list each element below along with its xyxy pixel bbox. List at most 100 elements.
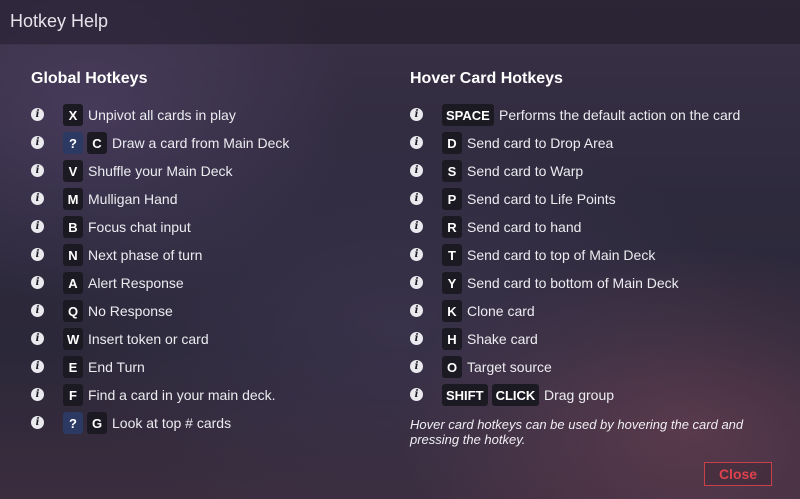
info-icon[interactable]: i xyxy=(31,108,44,121)
key-badge: H xyxy=(442,328,462,350)
hotkey-keys: Q xyxy=(63,300,83,322)
hotkey-row: i K Clone card xyxy=(410,299,790,327)
hotkey-row: i X Unpivot all cards in play xyxy=(31,103,381,131)
info-icon[interactable]: i xyxy=(31,304,44,317)
title-bar[interactable]: Hotkey Help xyxy=(0,0,800,45)
hotkey-keys: ? C xyxy=(63,132,107,154)
info-icon[interactable]: i xyxy=(31,360,44,373)
key-badge: X xyxy=(63,104,83,126)
hover-hotkeys-title: Hover Card Hotkeys xyxy=(410,70,563,87)
key-badge: K xyxy=(442,300,462,322)
hotkey-row: i SPACE Performs the default action on the… xyxy=(410,103,790,131)
hotkey-keys: SPACE xyxy=(442,104,494,126)
hotkey-description: Send card to Drop Area xyxy=(467,135,614,151)
hotkey-row: i? C Draw a card from Main Deck xyxy=(31,131,381,159)
hotkey-description: Send card to bottom of Main Deck xyxy=(467,275,679,291)
key-badge: P xyxy=(442,188,462,210)
key-badge: G xyxy=(87,412,107,434)
key-badge: Q xyxy=(63,300,83,322)
info-icon[interactable]: i xyxy=(31,276,44,289)
hotkey-description: Look at top # cards xyxy=(112,415,232,431)
info-icon[interactable]: i xyxy=(31,332,44,345)
hotkey-keys: E xyxy=(63,356,83,378)
key-badge: SHIFT xyxy=(442,384,488,406)
hotkey-description: No Response xyxy=(88,303,173,319)
hotkey-row: i V Shuffle your Main Deck xyxy=(31,159,381,187)
hotkey-row: i A Alert Response xyxy=(31,271,381,299)
info-icon[interactable]: i xyxy=(410,164,423,177)
hover-hotkeys-section: Hover Card Hotkeys i SPACE Performs the de… xyxy=(410,69,790,447)
hotkey-row: i Y Send card to bottom of Main Deck xyxy=(410,271,790,299)
info-icon[interactable]: i xyxy=(31,248,44,261)
help-key-badge[interactable]: ? xyxy=(63,412,83,434)
info-icon[interactable]: i xyxy=(31,388,44,401)
key-badge: S xyxy=(442,160,462,182)
hotkey-row: i D Send card to Drop Area xyxy=(410,131,790,159)
hotkey-keys: V xyxy=(63,160,83,182)
info-icon[interactable]: i xyxy=(31,416,44,429)
hotkey-keys: X xyxy=(63,104,83,126)
hotkey-description: Mulligan Hand xyxy=(88,191,178,207)
hotkey-description: Drag group xyxy=(544,387,615,403)
hotkey-keys: SHIFT CLICK xyxy=(442,384,540,406)
hotkey-description: Draw a card from Main Deck xyxy=(112,135,290,151)
key-badge: N xyxy=(63,244,83,266)
key-badge: C xyxy=(87,132,107,154)
hotkey-keys: Y xyxy=(442,272,462,294)
hotkey-keys: P xyxy=(442,188,462,210)
key-badge: T xyxy=(442,244,462,266)
info-icon[interactable]: i xyxy=(410,304,423,317)
hotkey-description: Send card to hand xyxy=(467,219,582,235)
hotkey-row: i O Target source xyxy=(410,355,790,383)
global-hotkeys-title: Global Hotkeys xyxy=(31,70,148,87)
hotkey-help-dialog: Hotkey Help Global Hotkeys i X Unpivot all… xyxy=(0,0,800,499)
global-hotkeys-list: i X Unpivot all cards in play i? C Draw a car… xyxy=(31,103,381,439)
key-badge: W xyxy=(63,328,84,350)
key-badge: E xyxy=(63,356,83,378)
info-icon[interactable]: i xyxy=(410,192,423,205)
hotkey-row: i Q No Response xyxy=(31,299,381,327)
info-icon[interactable]: i xyxy=(410,220,423,233)
close-button[interactable]: Close xyxy=(704,462,772,486)
hotkey-description: Performs the default action on the card xyxy=(499,107,741,123)
hotkey-row: i M Mulligan Hand xyxy=(31,187,381,215)
hotkey-row: i B Focus chat input xyxy=(31,215,381,243)
hotkey-description: Find a card in your main deck. xyxy=(88,387,276,403)
info-icon[interactable]: i xyxy=(31,164,44,177)
info-icon[interactable]: i xyxy=(410,276,423,289)
hotkey-keys: R xyxy=(442,216,462,238)
hotkey-row: i T Send card to top of Main Deck xyxy=(410,243,790,271)
hotkey-description: Send card to top of Main Deck xyxy=(467,247,656,263)
key-badge: B xyxy=(63,216,83,238)
info-icon[interactable]: i xyxy=(410,388,423,401)
info-icon[interactable]: i xyxy=(410,360,423,373)
key-badge: M xyxy=(63,188,83,210)
hover-hotkeys-list: i SPACE Performs the default action on the… xyxy=(410,103,790,411)
hotkey-row: i F Find a card in your main deck. xyxy=(31,383,381,411)
hotkey-keys: F xyxy=(63,384,83,406)
hotkey-keys: H xyxy=(442,328,462,350)
info-icon[interactable]: i xyxy=(31,192,44,205)
info-icon[interactable]: i xyxy=(31,220,44,233)
info-icon[interactable]: i xyxy=(410,248,423,261)
help-key-badge[interactable]: ? xyxy=(63,132,83,154)
info-icon[interactable]: i xyxy=(410,108,423,121)
hotkey-keys: S xyxy=(442,160,462,182)
hotkey-description: Shake card xyxy=(467,331,538,347)
hotkey-keys: O xyxy=(442,356,462,378)
info-icon[interactable]: i xyxy=(410,332,423,345)
info-icon[interactable]: i xyxy=(31,136,44,149)
key-badge: A xyxy=(63,272,83,294)
hotkey-row: i E End Turn xyxy=(31,355,381,383)
hotkey-keys: K xyxy=(442,300,462,322)
hotkey-keys: B xyxy=(63,216,83,238)
dialog-title: Hotkey Help xyxy=(10,11,109,31)
key-badge: Y xyxy=(442,272,462,294)
hotkey-description: Clone card xyxy=(467,303,535,319)
key-badge: D xyxy=(442,132,462,154)
hotkey-keys: W xyxy=(63,328,84,350)
info-icon[interactable]: i xyxy=(410,136,423,149)
hotkey-row: i W Insert token or card xyxy=(31,327,381,355)
hotkey-row: i H Shake card xyxy=(410,327,790,355)
hotkey-description: Next phase of turn xyxy=(88,247,203,263)
